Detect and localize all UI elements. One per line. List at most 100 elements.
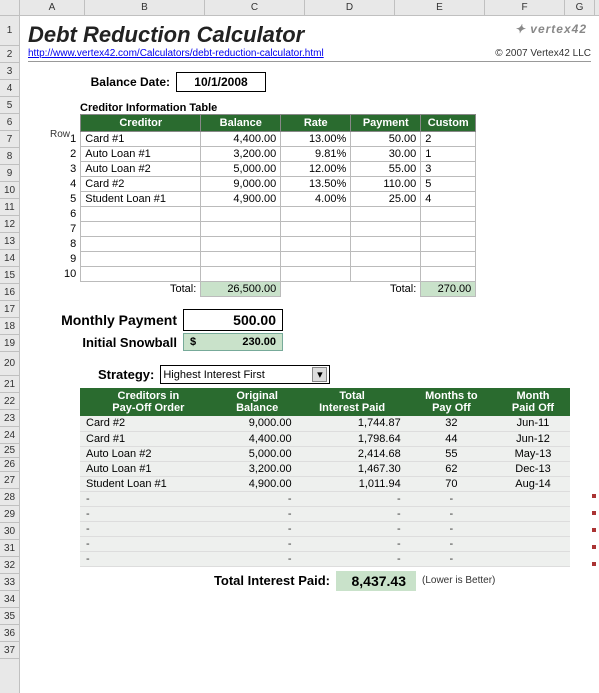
row-header[interactable]: 31	[0, 540, 19, 557]
payoff-cell[interactable]: -	[80, 536, 217, 551]
balance-cell[interactable]: 3,200.00	[201, 147, 281, 162]
row-header[interactable]: 5	[0, 97, 19, 114]
payment-cell[interactable]	[351, 267, 421, 282]
table-row[interactable]: 5Student Loan #14,900.004.00%25.004	[60, 192, 550, 207]
row-header[interactable]: 30	[0, 523, 19, 540]
row-header[interactable]: 22	[0, 393, 19, 410]
payoff-cell[interactable]	[496, 521, 570, 536]
row-header[interactable]: 33	[0, 574, 19, 591]
column-header[interactable]: G	[565, 0, 595, 15]
table-row[interactable]: Student Loan #14,900.001,011.9470Aug-14	[80, 476, 570, 491]
row-header[interactable]: 25	[0, 444, 19, 458]
table-row[interactable]: 6	[60, 207, 550, 222]
payoff-cell[interactable]: 1,744.87	[298, 416, 407, 431]
row-header[interactable]: 34	[0, 591, 19, 608]
column-header[interactable]	[0, 0, 20, 15]
payment-cell[interactable]	[351, 252, 421, 267]
table-row[interactable]: 8	[60, 237, 550, 252]
payoff-cell[interactable]: May-13	[496, 446, 570, 461]
creditor-cell[interactable]: Card #1	[81, 132, 201, 147]
balance-cell[interactable]	[201, 237, 281, 252]
payoff-cell[interactable]: -	[407, 551, 496, 566]
creditor-cell[interactable]: Auto Loan #1	[81, 147, 201, 162]
rate-cell[interactable]: 13.50%	[281, 177, 351, 192]
payoff-cell[interactable]: -	[298, 521, 407, 536]
balance-cell[interactable]: 9,000.00	[201, 177, 281, 192]
row-header[interactable]: 20	[0, 352, 19, 376]
payoff-cell[interactable]: Aug-14	[496, 476, 570, 491]
rate-cell[interactable]: 9.81%	[281, 147, 351, 162]
table-row[interactable]: ----	[80, 521, 570, 536]
payment-cell[interactable]	[351, 207, 421, 222]
row-header[interactable]: 16	[0, 284, 19, 301]
creditor-cell[interactable]	[81, 252, 201, 267]
creditor-cell[interactable]: Card #2	[81, 177, 201, 192]
column-header[interactable]: C	[205, 0, 305, 15]
table-row[interactable]: Card #29,000.001,744.8732Jun-11	[80, 416, 570, 431]
payment-cell[interactable]: 55.00	[351, 162, 421, 177]
creditor-cell[interactable]	[81, 267, 201, 282]
row-header[interactable]: 32	[0, 557, 19, 574]
row-header[interactable]: 14	[0, 250, 19, 267]
table-row[interactable]: 10	[60, 267, 550, 282]
row-header[interactable]: 37	[0, 642, 19, 659]
balance-cell[interactable]: 4,400.00	[201, 132, 281, 147]
payment-cell[interactable]	[351, 237, 421, 252]
table-row[interactable]: Auto Loan #25,000.002,414.6855May-13	[80, 446, 570, 461]
table-row[interactable]: 9	[60, 252, 550, 267]
row-header[interactable]: 11	[0, 199, 19, 216]
row-number-cell[interactable]: 2	[60, 147, 81, 162]
row-header[interactable]: 18	[0, 318, 19, 335]
row-header[interactable]: 17	[0, 301, 19, 318]
payoff-cell[interactable]: Auto Loan #1	[80, 461, 217, 476]
payment-cell[interactable]: 110.00	[351, 177, 421, 192]
rate-cell[interactable]	[281, 207, 351, 222]
column-header[interactable]: D	[305, 0, 395, 15]
custom-cell[interactable]: 3	[421, 162, 476, 177]
payoff-cell[interactable]: 1,467.30	[298, 461, 407, 476]
row-header[interactable]: 24	[0, 427, 19, 444]
payoff-cell[interactable]: -	[80, 551, 217, 566]
balance-cell[interactable]	[201, 222, 281, 237]
payoff-cell[interactable]: 1,798.64	[298, 431, 407, 446]
creditor-cell[interactable]: Student Loan #1	[81, 192, 201, 207]
payoff-cell[interactable]: -	[217, 506, 298, 521]
row-header[interactable]: 23	[0, 410, 19, 427]
row-header[interactable]: 2	[0, 46, 19, 63]
payoff-cell[interactable]: Card #1	[80, 431, 217, 446]
custom-cell[interactable]	[421, 267, 476, 282]
payoff-cell[interactable]: -	[80, 506, 217, 521]
row-number-cell[interactable]: 5	[60, 192, 81, 207]
table-row[interactable]: ----	[80, 551, 570, 566]
payoff-cell[interactable]: 44	[407, 431, 496, 446]
balance-cell[interactable]: 4,900.00	[201, 192, 281, 207]
payoff-cell[interactable]	[496, 551, 570, 566]
custom-cell[interactable]	[421, 207, 476, 222]
payoff-cell[interactable]: 70	[407, 476, 496, 491]
row-header[interactable]: 1	[0, 16, 19, 46]
row-number-cell[interactable]: 9	[60, 252, 81, 267]
payoff-cell[interactable]: -	[407, 506, 496, 521]
payoff-cell[interactable]: -	[298, 551, 407, 566]
payoff-cell[interactable]: 3,200.00	[217, 461, 298, 476]
rate-cell[interactable]	[281, 267, 351, 282]
payment-cell[interactable]: 30.00	[351, 147, 421, 162]
payoff-cell[interactable]: -	[407, 536, 496, 551]
payment-cell[interactable]: 50.00	[351, 132, 421, 147]
row-header[interactable]: 27	[0, 472, 19, 489]
row-number-cell[interactable]: 10	[60, 267, 81, 282]
balance-cell[interactable]	[201, 252, 281, 267]
payoff-cell[interactable]: -	[407, 491, 496, 506]
custom-cell[interactable]: 4	[421, 192, 476, 207]
payoff-cell[interactable]	[496, 491, 570, 506]
table-row[interactable]: 2Auto Loan #13,200.009.81%30.001	[60, 147, 550, 162]
payoff-cell[interactable]: Card #2	[80, 416, 217, 431]
payoff-cell[interactable]: -	[298, 491, 407, 506]
row-number-cell[interactable]: 4	[60, 177, 81, 192]
custom-cell[interactable]	[421, 222, 476, 237]
payoff-cell[interactable]: -	[407, 521, 496, 536]
balance-cell[interactable]	[201, 267, 281, 282]
payoff-cell[interactable]	[496, 536, 570, 551]
balance-cell[interactable]	[201, 207, 281, 222]
payoff-cell[interactable]: -	[80, 491, 217, 506]
